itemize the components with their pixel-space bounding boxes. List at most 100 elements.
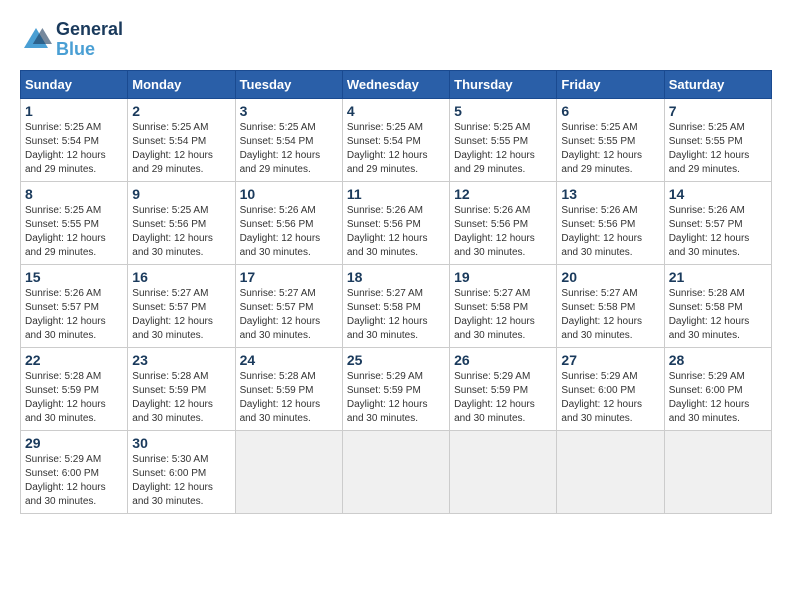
calendar-day-cell: 28 Sunrise: 5:29 AMSunset: 6:00 PMDayligh… — [664, 347, 771, 430]
calendar-day-cell: 18 Sunrise: 5:27 AMSunset: 5:58 PMDayligh… — [342, 264, 449, 347]
day-info: Sunrise: 5:26 AMSunset: 5:57 PMDaylight:… — [25, 287, 123, 343]
logo-icon — [20, 24, 52, 56]
calendar-header-monday: Monday — [128, 70, 235, 98]
calendar-day-cell: 16Sunrise: 5:27 AMSunset: 5:57 PMDayligh… — [128, 264, 235, 347]
calendar-day-cell: 25 Sunrise: 5:29 AMSunset: 5:59 PMDayligh… — [342, 347, 449, 430]
day-number: 28 — [669, 352, 767, 368]
calendar-header-row: SundayMondayTuesdayWednesdayThursdayFrid… — [21, 70, 772, 98]
day-info: Sunrise: 5:25 AMSunset: 5:55 PMDaylight:… — [561, 121, 659, 177]
calendar-day-cell: 26Sunrise: 5:29 AMSunset: 5:59 PMDayligh… — [450, 347, 557, 430]
calendar-day-cell — [450, 430, 557, 513]
calendar-day-cell: 21Sunrise: 5:28 AMSunset: 5:58 PMDayligh… — [664, 264, 771, 347]
calendar-week-row: 15 Sunrise: 5:26 AMSunset: 5:57 PMDayligh… — [21, 264, 772, 347]
calendar-day-cell: 17 Sunrise: 5:27 AMSunset: 5:57 PMDayligh… — [235, 264, 342, 347]
day-info: Sunrise: 5:28 AMSunset: 5:58 PMDaylight:… — [669, 287, 767, 343]
calendar-week-row: 1Sunrise: 5:25 AMSunset: 5:54 PMDaylight… — [21, 98, 772, 181]
header: General Blue — [20, 20, 772, 60]
day-number: 8 — [25, 186, 123, 202]
day-number: 24 — [240, 352, 338, 368]
day-info: Sunrise: 5:25 AMSunset: 5:54 PMDaylight:… — [347, 121, 445, 177]
calendar-day-cell: 22 Sunrise: 5:28 AMSunset: 5:59 PMDayligh… — [21, 347, 128, 430]
calendar-day-cell: 4 Sunrise: 5:25 AMSunset: 5:54 PMDaylight… — [342, 98, 449, 181]
day-info: Sunrise: 5:25 AMSunset: 5:54 PMDaylight:… — [132, 121, 230, 177]
day-number: 19 — [454, 269, 552, 285]
day-number: 9 — [132, 186, 230, 202]
calendar-day-cell: 2 Sunrise: 5:25 AMSunset: 5:54 PMDaylight… — [128, 98, 235, 181]
calendar-day-cell: 23 Sunrise: 5:28 AMSunset: 5:59 PMDayligh… — [128, 347, 235, 430]
day-number: 18 — [347, 269, 445, 285]
day-info: Sunrise: 5:29 AMSunset: 6:00 PMDaylight:… — [669, 370, 767, 426]
day-info: Sunrise: 5:28 AMSunset: 5:59 PMDaylight:… — [240, 370, 338, 426]
day-info: Sunrise: 5:26 AMSunset: 5:57 PMDaylight:… — [669, 204, 767, 260]
day-number: 26 — [454, 352, 552, 368]
day-info: Sunrise: 5:29 AMSunset: 5:59 PMDaylight:… — [347, 370, 445, 426]
calendar-day-cell: 5Sunrise: 5:25 AMSunset: 5:55 PMDaylight… — [450, 98, 557, 181]
calendar-day-cell: 24 Sunrise: 5:28 AMSunset: 5:59 PMDayligh… — [235, 347, 342, 430]
calendar-day-cell: 20 Sunrise: 5:27 AMSunset: 5:58 PMDayligh… — [557, 264, 664, 347]
logo-text: General Blue — [56, 20, 123, 60]
day-info: Sunrise: 5:27 AMSunset: 5:58 PMDaylight:… — [347, 287, 445, 343]
calendar-day-cell: 6 Sunrise: 5:25 AMSunset: 5:55 PMDaylight… — [557, 98, 664, 181]
day-number: 11 — [347, 186, 445, 202]
day-info: Sunrise: 5:26 AMSunset: 5:56 PMDaylight:… — [561, 204, 659, 260]
day-number: 17 — [240, 269, 338, 285]
day-info: Sunrise: 5:25 AMSunset: 5:54 PMDaylight:… — [25, 121, 123, 177]
calendar-header-wednesday: Wednesday — [342, 70, 449, 98]
calendar: SundayMondayTuesdayWednesdayThursdayFrid… — [20, 70, 772, 514]
day-number: 4 — [347, 103, 445, 119]
calendar-day-cell: 8 Sunrise: 5:25 AMSunset: 5:55 PMDaylight… — [21, 181, 128, 264]
calendar-day-cell: 19 Sunrise: 5:27 AMSunset: 5:58 PMDayligh… — [450, 264, 557, 347]
day-number: 27 — [561, 352, 659, 368]
day-number: 30 — [132, 435, 230, 451]
calendar-day-cell: 10 Sunrise: 5:26 AMSunset: 5:56 PMDayligh… — [235, 181, 342, 264]
day-number: 15 — [25, 269, 123, 285]
calendar-day-cell: 30 Sunrise: 5:30 AMSunset: 6:00 PMDayligh… — [128, 430, 235, 513]
calendar-day-cell: 14 Sunrise: 5:26 AMSunset: 5:57 PMDayligh… — [664, 181, 771, 264]
calendar-week-row: 29Sunrise: 5:29 AMSunset: 6:00 PMDayligh… — [21, 430, 772, 513]
day-info: Sunrise: 5:27 AMSunset: 5:57 PMDaylight:… — [240, 287, 338, 343]
calendar-day-cell: 29Sunrise: 5:29 AMSunset: 6:00 PMDayligh… — [21, 430, 128, 513]
calendar-day-cell: 27 Sunrise: 5:29 AMSunset: 6:00 PMDayligh… — [557, 347, 664, 430]
day-info: Sunrise: 5:25 AMSunset: 5:55 PMDaylight:… — [25, 204, 123, 260]
calendar-day-cell: 1Sunrise: 5:25 AMSunset: 5:54 PMDaylight… — [21, 98, 128, 181]
day-info: Sunrise: 5:27 AMSunset: 5:58 PMDaylight:… — [561, 287, 659, 343]
calendar-day-cell: 13 Sunrise: 5:26 AMSunset: 5:56 PMDayligh… — [557, 181, 664, 264]
day-number: 12 — [454, 186, 552, 202]
calendar-day-cell — [342, 430, 449, 513]
calendar-header-sunday: Sunday — [21, 70, 128, 98]
day-info: Sunrise: 5:27 AMSunset: 5:57 PMDaylight:… — [132, 287, 230, 343]
day-number: 13 — [561, 186, 659, 202]
day-number: 7 — [669, 103, 767, 119]
day-number: 20 — [561, 269, 659, 285]
calendar-day-cell — [664, 430, 771, 513]
day-info: Sunrise: 5:25 AMSunset: 5:55 PMDaylight:… — [669, 121, 767, 177]
calendar-day-cell — [557, 430, 664, 513]
day-number: 22 — [25, 352, 123, 368]
calendar-day-cell: 7 Sunrise: 5:25 AMSunset: 5:55 PMDaylight… — [664, 98, 771, 181]
day-number: 14 — [669, 186, 767, 202]
calendar-day-cell: 15 Sunrise: 5:26 AMSunset: 5:57 PMDayligh… — [21, 264, 128, 347]
day-info: Sunrise: 5:29 AMSunset: 6:00 PMDaylight:… — [25, 453, 123, 509]
calendar-day-cell: 12Sunrise: 5:26 AMSunset: 5:56 PMDayligh… — [450, 181, 557, 264]
calendar-week-row: 22 Sunrise: 5:28 AMSunset: 5:59 PMDayligh… — [21, 347, 772, 430]
day-number: 6 — [561, 103, 659, 119]
calendar-day-cell: 9Sunrise: 5:25 AMSunset: 5:56 PMDaylight… — [128, 181, 235, 264]
day-number: 25 — [347, 352, 445, 368]
day-info: Sunrise: 5:28 AMSunset: 5:59 PMDaylight:… — [132, 370, 230, 426]
day-number: 10 — [240, 186, 338, 202]
day-info: Sunrise: 5:29 AMSunset: 6:00 PMDaylight:… — [561, 370, 659, 426]
day-info: Sunrise: 5:27 AMSunset: 5:58 PMDaylight:… — [454, 287, 552, 343]
day-info: Sunrise: 5:26 AMSunset: 5:56 PMDaylight:… — [347, 204, 445, 260]
calendar-week-row: 8 Sunrise: 5:25 AMSunset: 5:55 PMDaylight… — [21, 181, 772, 264]
day-info: Sunrise: 5:28 AMSunset: 5:59 PMDaylight:… — [25, 370, 123, 426]
calendar-header-friday: Friday — [557, 70, 664, 98]
day-info: Sunrise: 5:30 AMSunset: 6:00 PMDaylight:… — [132, 453, 230, 509]
day-info: Sunrise: 5:25 AMSunset: 5:54 PMDaylight:… — [240, 121, 338, 177]
calendar-day-cell: 11 Sunrise: 5:26 AMSunset: 5:56 PMDayligh… — [342, 181, 449, 264]
day-info: Sunrise: 5:26 AMSunset: 5:56 PMDaylight:… — [240, 204, 338, 260]
day-number: 2 — [132, 103, 230, 119]
calendar-day-cell: 3Sunrise: 5:25 AMSunset: 5:54 PMDaylight… — [235, 98, 342, 181]
day-number: 23 — [132, 352, 230, 368]
logo: General Blue — [20, 20, 123, 60]
day-number: 5 — [454, 103, 552, 119]
